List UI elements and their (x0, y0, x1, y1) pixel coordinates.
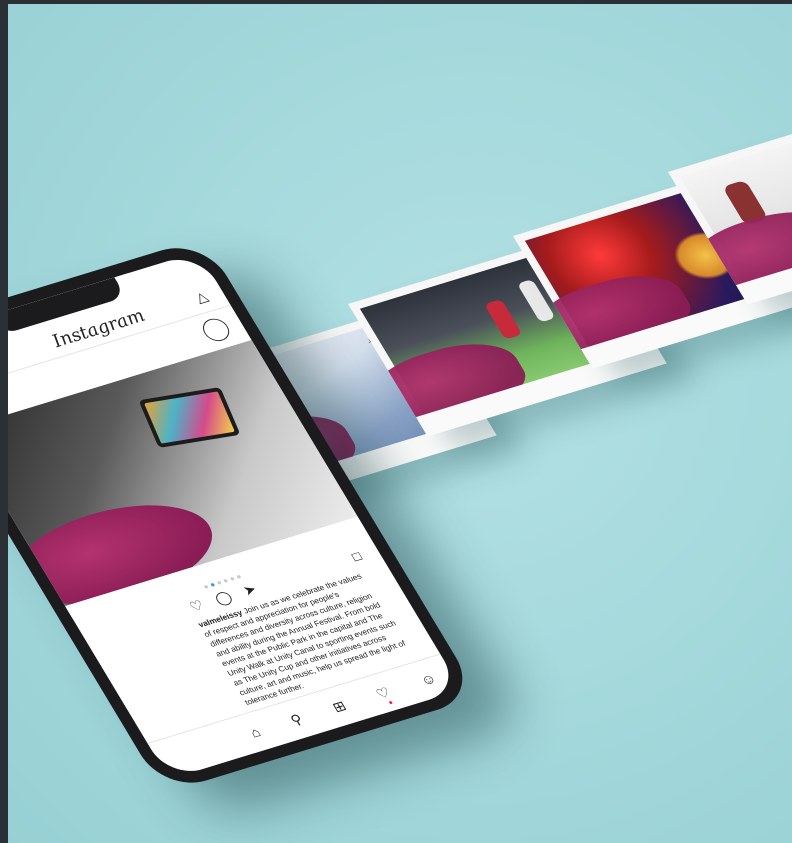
notification-dot (387, 700, 393, 705)
add-icon[interactable]: ⊞ (329, 697, 349, 715)
mockup-scene: عام زايد عام زايد عام زايد Instagram △ (8, 4, 792, 843)
tablet-in-photo (138, 387, 241, 448)
profile-icon[interactable]: ☺ (417, 670, 439, 688)
direct-message-icon[interactable]: △ (192, 288, 211, 306)
comment-icon[interactable]: ◯ (212, 588, 235, 607)
share-icon[interactable]: ➤ (240, 581, 260, 599)
brand-seal-icon (198, 315, 234, 345)
heart-icon[interactable]: ♡ (186, 597, 207, 615)
bookmark-icon[interactable]: □ (349, 548, 364, 564)
activity-icon[interactable]: ♡ (373, 684, 394, 705)
home-icon[interactable]: ⌂ (247, 724, 264, 741)
search-icon[interactable]: ⚲ (287, 710, 306, 728)
